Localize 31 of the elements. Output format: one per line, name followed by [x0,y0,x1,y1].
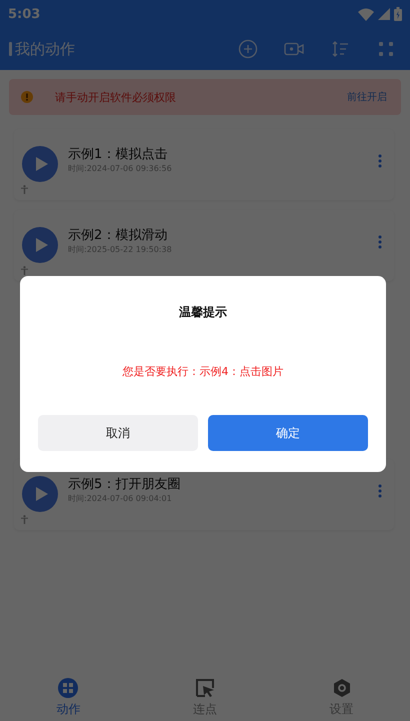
nav-tab[interactable]: 动作 [0,678,137,718]
action-title: 示例1：模拟点击 [68,146,168,164]
warning-icon [21,91,33,103]
person-icon [21,266,28,275]
play-button[interactable] [22,146,58,182]
more-icon[interactable] [378,235,382,249]
confirm-button[interactable]: 确定 [208,415,368,451]
battery-icon [394,7,402,21]
action-title: 示例2：模拟滑动 [68,227,168,245]
play-button[interactable] [22,227,58,263]
wifi-icon [358,8,374,20]
more-icon[interactable] [378,154,382,168]
grid-icon [58,678,78,698]
dialog-message: 您是否要执行：示例4：点击图片 [122,364,284,380]
page-title: 我的动作 [15,40,76,58]
add-icon[interactable] [238,39,258,59]
dialog-title: 温馨提示 [178,304,228,320]
person-icon [21,515,28,524]
permission-message: 请手动开启软件必须权限 [55,90,177,104]
signal-icon [378,8,390,20]
hexagon-icon [332,678,352,698]
fullscreen-icon[interactable] [376,39,396,59]
person-icon [21,185,28,194]
cancel-button[interactable]: 取消 [38,415,198,451]
cursor-icon [195,678,215,698]
action-title: 示例5：打开朋友圈 [68,476,182,494]
status-time: 5:03 [8,6,40,22]
more-icon[interactable] [378,484,382,498]
sort-icon[interactable] [330,39,350,59]
go-enable-link[interactable]: 前往开启 [347,90,387,104]
play-button[interactable] [22,476,58,512]
